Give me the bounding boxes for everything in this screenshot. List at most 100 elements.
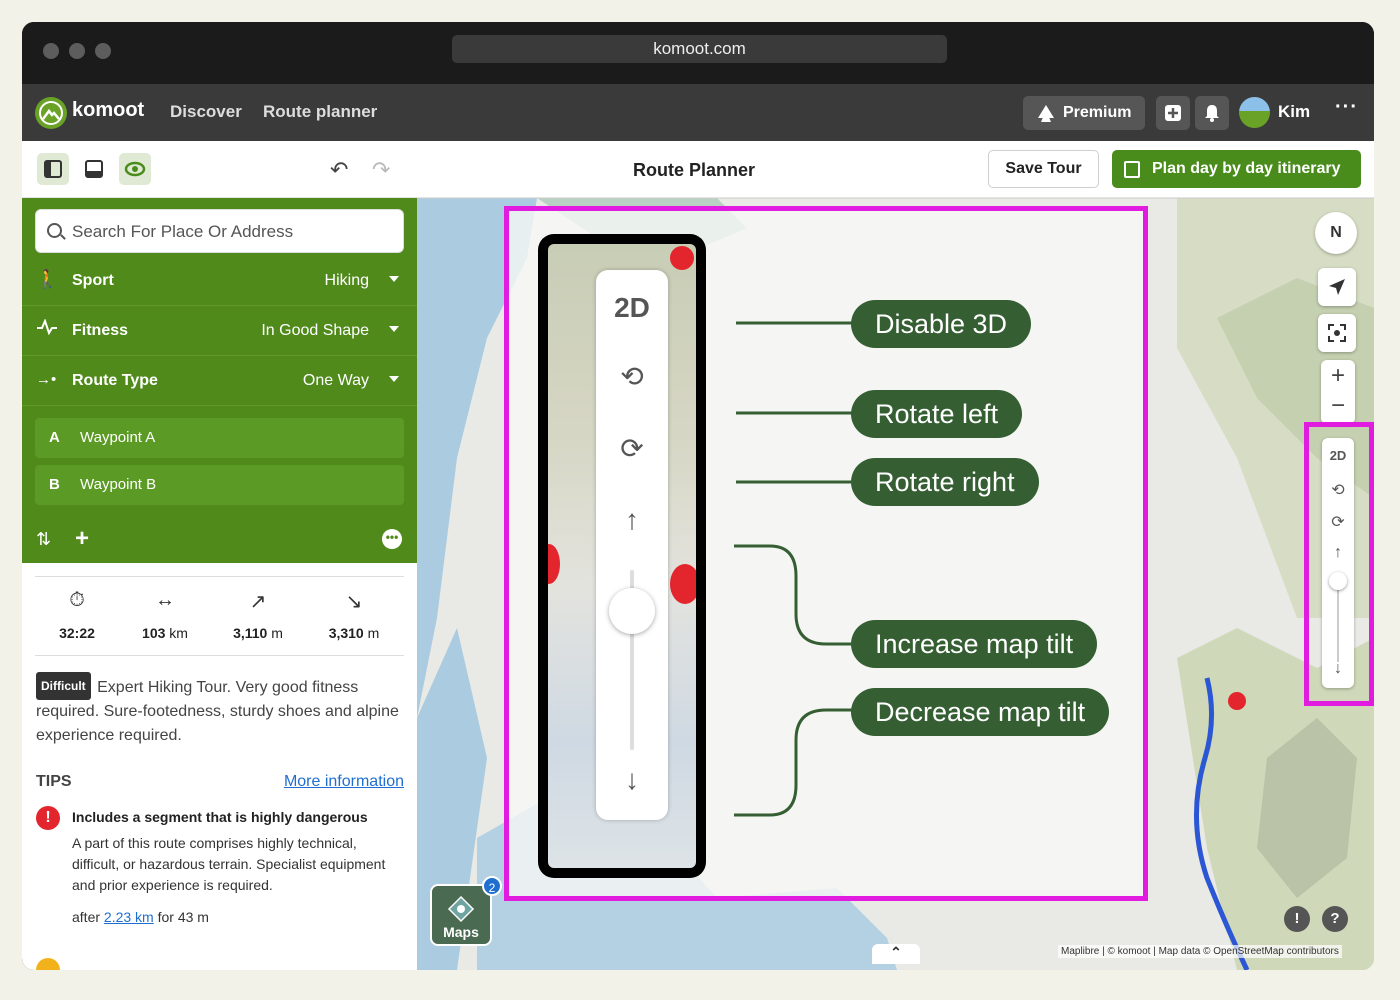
fitness-label: Fitness bbox=[72, 322, 129, 339]
difficulty-description: Difficult Expert Hiking Tour. Very good … bbox=[36, 672, 404, 748]
bottom-panel-button[interactable] bbox=[78, 153, 110, 185]
tilt-down-icon: ↓ bbox=[625, 764, 639, 795]
maps-label: Maps bbox=[443, 924, 479, 940]
mountain-icon bbox=[1038, 105, 1054, 122]
compass-button[interactable]: N bbox=[1315, 212, 1357, 254]
tips-heading: TIPS bbox=[36, 773, 72, 790]
warning-icon: ! bbox=[36, 806, 60, 830]
fit-route-button[interactable] bbox=[1318, 314, 1356, 352]
plus-square-icon bbox=[1165, 105, 1181, 121]
plan-itinerary-button[interactable]: Plan day by day itinerary bbox=[1112, 150, 1361, 188]
brand-name[interactable]: komoot bbox=[72, 99, 144, 122]
url-bar[interactable]: komoot.com bbox=[452, 35, 947, 63]
notifications-button[interactable] bbox=[1195, 96, 1229, 130]
planner-sidebar: Search For Place Or Address 🚶 Sport Hiki… bbox=[22, 198, 417, 970]
ascent-unit: m bbox=[271, 625, 283, 641]
sidebar-layout-button[interactable] bbox=[37, 153, 69, 185]
map-attribution[interactable]: Maplibre | © komoot | Map data © OpenStr… bbox=[1058, 945, 1342, 958]
stat-duration: ⏱ 32:22 bbox=[37, 589, 117, 641]
waypoint-name: Waypoint A bbox=[80, 429, 156, 446]
distance-value: 103 bbox=[142, 625, 166, 641]
tip-after-prefix: after bbox=[72, 909, 101, 925]
user-name[interactable]: Kim bbox=[1278, 102, 1310, 122]
distance-unit: km bbox=[169, 625, 188, 641]
difficulty-badge: Difficult bbox=[36, 672, 91, 700]
waypoint-letter: A bbox=[49, 429, 60, 446]
planner-toolbar: ↶ ↷ Route Planner Save Tour Plan day by … bbox=[22, 141, 1374, 198]
route-type-value: One Way bbox=[302, 372, 369, 389]
descent-unit: m bbox=[367, 625, 380, 641]
tip-location: after 2.23 km for 43 m bbox=[72, 909, 209, 925]
waypoint-actions: ⇅ + ••• bbox=[22, 516, 417, 563]
more-information-link[interactable]: More information bbox=[284, 773, 404, 791]
fitness-value: In Good Shape bbox=[261, 322, 369, 339]
sport-selector[interactable]: 🚶 Sport Hiking bbox=[22, 256, 417, 306]
add-waypoint-icon[interactable]: + bbox=[75, 525, 89, 553]
waypoint-name: Waypoint B bbox=[80, 476, 157, 493]
report-issue-icon[interactable]: ! bbox=[1284, 906, 1310, 932]
close-window-button[interactable] bbox=[43, 43, 59, 59]
zoomed-3d-controls: 2D ⟲ ⟳ ↑ ↓ bbox=[596, 270, 668, 820]
zoom-in-button[interactable]: + bbox=[1321, 362, 1355, 390]
locate-me-button[interactable] bbox=[1318, 268, 1356, 306]
callout-rotate-left: Rotate left bbox=[851, 390, 1023, 438]
stopwatch-icon: ⏱ bbox=[69, 589, 85, 611]
callout-rotate-right: Rotate right bbox=[851, 458, 1039, 506]
zoom-controls: + − bbox=[1321, 360, 1355, 424]
minimize-window-button[interactable] bbox=[69, 43, 85, 59]
more-options-icon[interactable]: ••• bbox=[382, 529, 402, 549]
expand-panel-button[interactable]: ⌃ bbox=[872, 944, 920, 964]
sidebar-icon bbox=[44, 160, 62, 178]
nav-route-planner[interactable]: Route planner bbox=[263, 102, 377, 122]
navigation-arrow-icon bbox=[1329, 279, 1345, 295]
zoomed-map-background: 2D ⟲ ⟳ ↑ ↓ bbox=[548, 244, 696, 868]
redo-icon[interactable]: ↷ bbox=[372, 157, 390, 183]
save-tour-button[interactable]: Save Tour bbox=[988, 150, 1099, 188]
help-icon[interactable]: ? bbox=[1322, 906, 1348, 932]
caution-icon bbox=[36, 958, 60, 970]
tour-stats: ⏱ 32:22 ↔ 103 km ↗ 3,110 m ↘ 3,310 m bbox=[35, 576, 404, 656]
callout-increase-tilt: Increase map tilt bbox=[851, 620, 1098, 668]
calendar-icon bbox=[1124, 161, 1140, 178]
one-way-arrow-icon: →• bbox=[36, 371, 57, 388]
eye-icon bbox=[124, 161, 146, 177]
maps-count-badge: 2 bbox=[482, 876, 502, 896]
nav-discover[interactable]: Discover bbox=[170, 102, 242, 122]
tilt-up-icon: ↑ bbox=[625, 504, 639, 535]
poi-marker-icon bbox=[548, 544, 560, 584]
hiker-icon: 🚶 bbox=[36, 269, 59, 289]
map-style-button[interactable]: Maps bbox=[430, 884, 492, 946]
undo-icon[interactable]: ↶ bbox=[330, 157, 348, 183]
plan-itinerary-label: Plan day by day itinerary bbox=[1152, 160, 1341, 177]
premium-button[interactable]: Premium bbox=[1023, 96, 1145, 130]
controls-highlight-frame bbox=[1304, 422, 1374, 706]
create-button[interactable] bbox=[1156, 96, 1190, 130]
zoom-out-button[interactable]: − bbox=[1321, 392, 1355, 420]
komoot-logo-icon[interactable] bbox=[35, 97, 67, 129]
waypoint-a[interactable]: A Waypoint A bbox=[35, 418, 404, 458]
panel-bottom-icon bbox=[85, 160, 103, 178]
rotate-left-icon: ⟲ bbox=[620, 361, 644, 392]
sport-label: Sport bbox=[72, 272, 114, 289]
stat-ascent: ↗ 3,110 m bbox=[218, 589, 298, 641]
fitness-selector[interactable]: Fitness In Good Shape bbox=[22, 306, 417, 356]
view-toggle-button[interactable] bbox=[119, 153, 151, 185]
callout-decrease-tilt: Decrease map tilt bbox=[851, 688, 1110, 736]
search-input[interactable]: Search For Place Or Address bbox=[35, 209, 404, 253]
ascent-value: 3,110 bbox=[233, 625, 268, 641]
tip-distance-link[interactable]: 2.23 km bbox=[104, 909, 154, 925]
route-type-label: Route Type bbox=[72, 372, 158, 389]
avatar[interactable] bbox=[1239, 97, 1270, 128]
reverse-route-icon[interactable]: ⇅ bbox=[36, 529, 51, 550]
waypoint-b[interactable]: B Waypoint B bbox=[35, 465, 404, 505]
more-menu-icon[interactable]: ··· bbox=[1335, 96, 1358, 119]
descent-value: 3,310 bbox=[328, 625, 364, 641]
duration-value: 32:22 bbox=[59, 625, 95, 641]
stat-distance: ↔ 103 km bbox=[125, 589, 205, 641]
tip-after-suffix: for 43 m bbox=[157, 909, 209, 925]
route-type-selector[interactable]: →• Route Type One Way bbox=[22, 356, 417, 406]
zoomed-tilt-knob bbox=[609, 588, 655, 634]
bell-icon bbox=[1205, 105, 1219, 122]
stat-descent: ↘ 3,310 m bbox=[314, 589, 394, 641]
maximize-window-button[interactable] bbox=[95, 43, 111, 59]
